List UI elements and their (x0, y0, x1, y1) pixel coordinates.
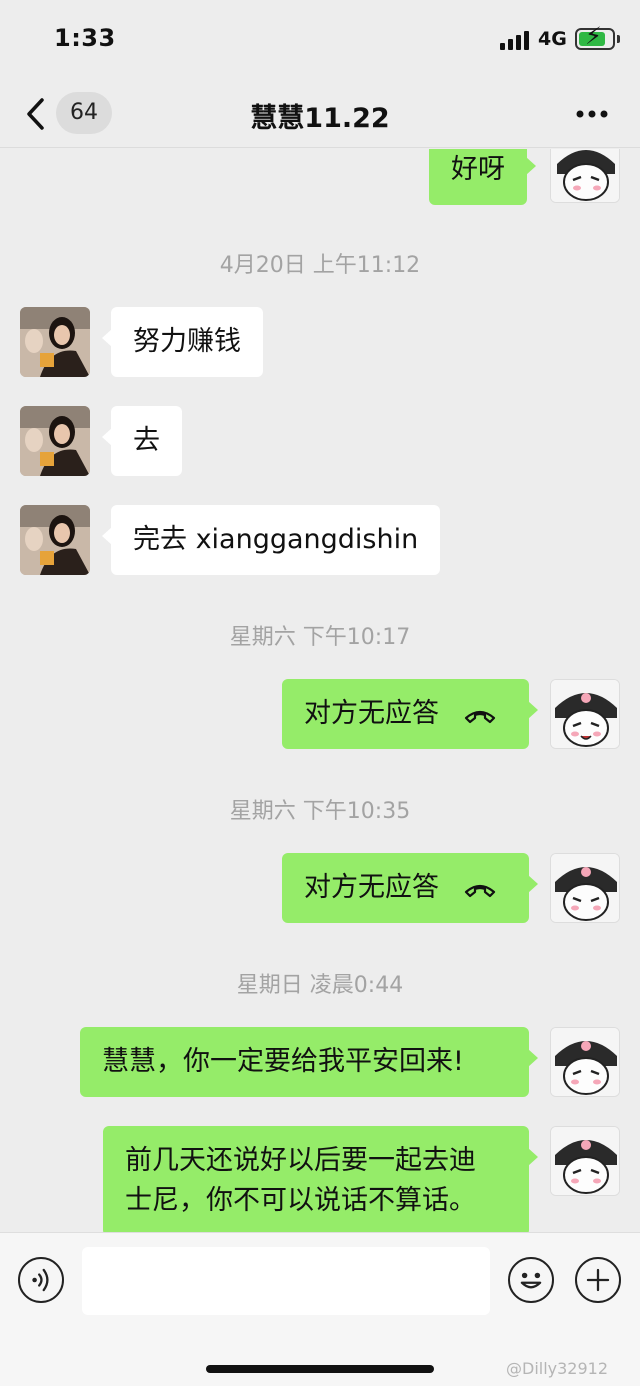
self-avatar[interactable] (550, 853, 620, 923)
self-avatar[interactable] (550, 149, 620, 203)
self-avatar[interactable] (550, 1126, 620, 1196)
chat-screen: 1:33 4G ⚡ 64 慧慧11.22 好呀 4月20日 上午11:12 努力… (0, 0, 640, 1386)
call-status-text: 对方无应答 (304, 872, 439, 903)
message-timestamp: 4月20日 上午11:12 (219, 253, 421, 278)
message-bubble[interactable]: 去 (102, 406, 182, 476)
hangup-icon (464, 884, 496, 898)
plus-icon[interactable] (575, 1257, 621, 1303)
input-bar: @Dilly32912 (0, 1232, 640, 1386)
message-timestamp: 星期六 下午10:35 (229, 799, 411, 824)
message-timestamp: 星期六 下午10:17 (229, 625, 411, 650)
voice-icon[interactable] (18, 1257, 64, 1303)
contact-avatar[interactable] (20, 307, 90, 377)
charging-icon: ⚡ (585, 22, 602, 50)
message-timestamp: 星期日 凌晨0:44 (236, 973, 404, 998)
hangup-icon (464, 710, 496, 724)
contact-avatar[interactable] (20, 505, 90, 575)
self-avatar[interactable] (550, 679, 620, 749)
nav-bar: 64 慧慧11.22 (0, 80, 640, 148)
self-avatar[interactable] (550, 1027, 620, 1097)
status-time: 1:33 (54, 24, 116, 52)
call-record-bubble[interactable]: 对方无应答 (282, 679, 538, 749)
contact-avatar[interactable] (20, 406, 90, 476)
status-bar: 1:33 4G ⚡ (0, 0, 640, 80)
emoji-icon[interactable] (508, 1257, 554, 1303)
message-bubble[interactable]: 慧慧，你一定要给我平安回来! (80, 1027, 538, 1097)
message-list[interactable]: 好呀 4月20日 上午11:12 努力赚钱 去 完去 xianggangdish… (0, 149, 640, 1232)
message-bubble[interactable]: 完去 xianggangdishin (101, 505, 441, 575)
message-bubble[interactable]: 好呀 (429, 149, 536, 205)
message-input[interactable] (82, 1247, 490, 1315)
battery-tip (617, 35, 620, 43)
more-icon[interactable] (574, 94, 610, 134)
message-bubble[interactable]: 努力赚钱 (102, 307, 263, 377)
call-status-text: 对方无应答 (304, 698, 439, 729)
chat-title: 慧慧11.22 (250, 103, 390, 134)
signal-icon (500, 30, 532, 50)
call-record-bubble[interactable]: 对方无应答 (282, 853, 538, 923)
network-type: 4G (538, 28, 567, 50)
watermark: @Dilly32912 (506, 1359, 609, 1378)
home-indicator[interactable] (206, 1365, 434, 1373)
message-bubble[interactable]: 前几天还说好以后要一起去迪 士尼，你不可以说话不算话。 (103, 1126, 538, 1232)
